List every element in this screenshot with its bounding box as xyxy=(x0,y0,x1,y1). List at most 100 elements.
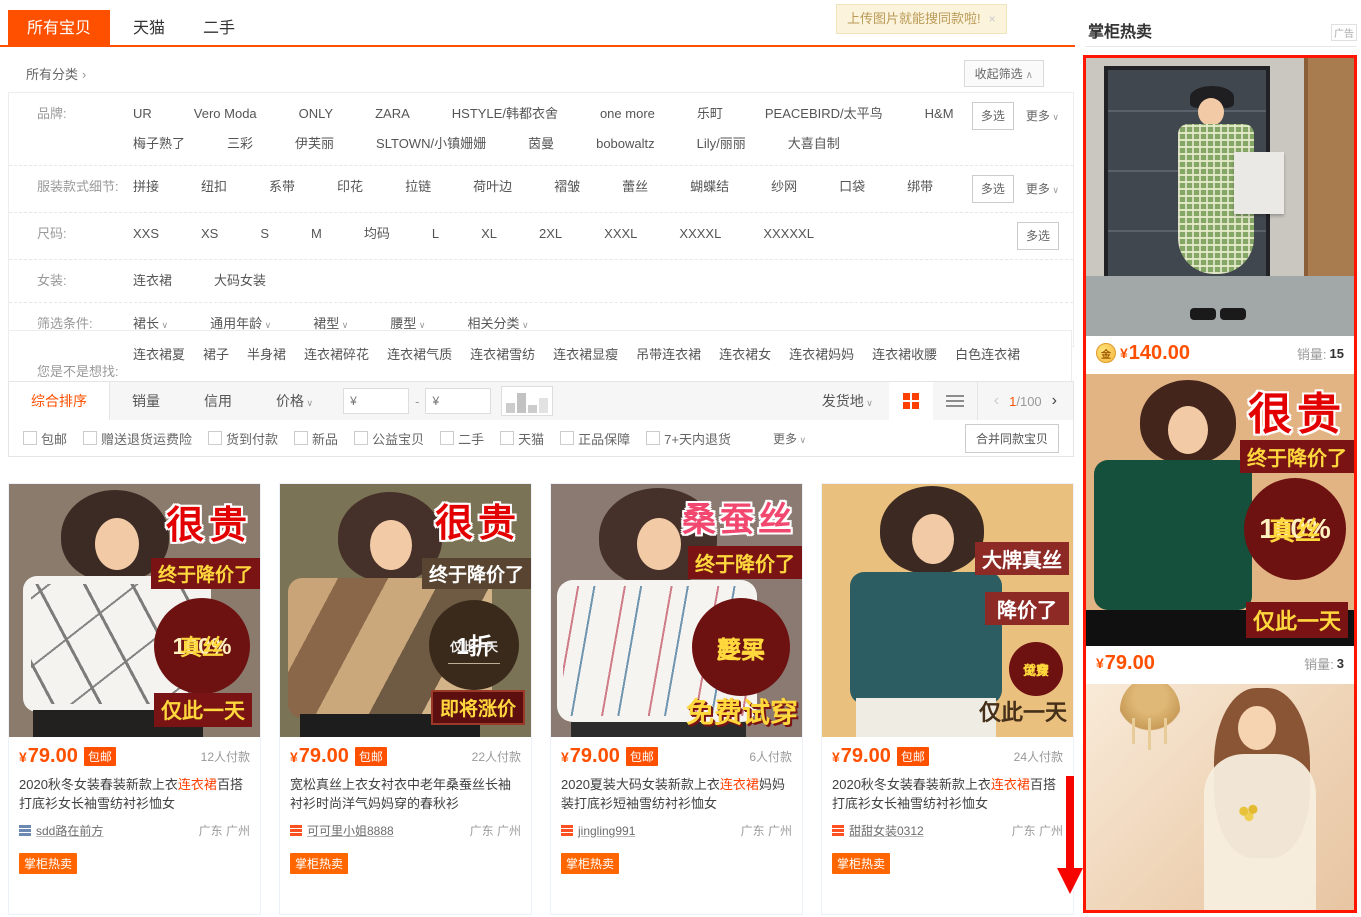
sort-credit[interactable]: 信用 xyxy=(182,391,254,411)
suggestion-link[interactable]: 连衣裙收腰 xyxy=(872,343,937,367)
size-option[interactable]: 均码 xyxy=(364,222,390,246)
filter-checkbox[interactable]: 包邮 xyxy=(23,429,67,448)
sidebar-product-card[interactable]: 很贵 终于降价了 100%真丝 仅此一天 ¥79.00 销量: 3 xyxy=(1086,374,1354,684)
multi-select-button[interactable]: 多选 xyxy=(1017,222,1059,250)
suggestion-link[interactable]: 吊带连衣裙 xyxy=(636,343,701,367)
product-image[interactable] xyxy=(1086,58,1354,336)
filter-checkbox[interactable]: 赠送退货运费险 xyxy=(83,429,192,448)
style-detail-option[interactable]: 印花 xyxy=(337,175,363,199)
product-image[interactable]: 很贵 终于降价了 100%真丝 仅此一天 xyxy=(9,484,260,737)
filter-checkbox[interactable]: 货到付款 xyxy=(208,429,278,448)
close-icon[interactable]: × xyxy=(989,12,996,26)
brand-option[interactable]: ZARA xyxy=(375,102,410,126)
size-option[interactable]: 2XL xyxy=(539,222,562,246)
suggestion-link[interactable]: 半身裙 xyxy=(247,343,286,367)
brand-option[interactable]: PEACEBIRD/太平鸟 xyxy=(765,102,883,126)
suggestion-link[interactable]: 连衣裙女 xyxy=(719,343,771,367)
seller-name[interactable]: 可可里小姐8888 xyxy=(307,822,394,839)
suggestion-link[interactable]: 连衣裙碎花 xyxy=(304,343,369,367)
product-title[interactable]: 2020夏装大码女装新款上衣连衣裙妈妈装打底衫短袖雪纺衬衫恤女 xyxy=(561,775,792,813)
price-max-input[interactable] xyxy=(425,388,491,414)
filter-checkbox[interactable]: 二手 xyxy=(440,429,484,448)
style-detail-option[interactable]: 荷叶边 xyxy=(473,175,512,199)
sort-comprehensive[interactable]: 综合排序 xyxy=(9,382,110,420)
filter-checkbox[interactable]: 7+天内退货 xyxy=(646,429,731,448)
sidebar-product-card[interactable]: 金 ¥140.00 销量: 15 xyxy=(1086,58,1354,374)
size-option[interactable]: XS xyxy=(201,222,218,246)
more-button[interactable]: 更多 xyxy=(1026,177,1059,202)
multi-select-button[interactable]: 多选 xyxy=(972,102,1014,130)
brand-option[interactable]: ONLY xyxy=(299,102,333,126)
seller-name[interactable]: jingling991 xyxy=(578,824,635,838)
size-option[interactable]: S xyxy=(260,222,269,246)
product-title[interactable]: 宽松真丝上衣女衬衣中老年桑蚕丝长袖衬衫时尚洋气妈妈穿的春秋衫 xyxy=(290,775,521,813)
product-image[interactable] xyxy=(1086,684,1354,913)
suggestion-link[interactable]: 连衣裙妈妈 xyxy=(789,343,854,367)
size-option[interactable]: XXS xyxy=(133,222,159,246)
filter-checkbox[interactable]: 公益宝贝 xyxy=(354,429,424,448)
style-detail-option[interactable]: 纱网 xyxy=(771,175,797,199)
suggestion-link[interactable]: 白色连衣裙 xyxy=(955,343,1020,367)
price-histogram-icon[interactable] xyxy=(501,386,553,416)
style-detail-option[interactable]: 绑带 xyxy=(907,175,933,199)
filter-checkbox[interactable]: 正品保障 xyxy=(560,429,630,448)
tab-secondhand[interactable]: 二手 xyxy=(192,10,246,47)
seller-name[interactable]: sdd路在前方 xyxy=(36,822,103,839)
brand-option[interactable]: bobowaltz xyxy=(596,132,655,156)
price-min-input[interactable] xyxy=(343,388,409,414)
brand-option[interactable]: 大喜自制 xyxy=(788,132,840,156)
brand-option[interactable]: H&M xyxy=(925,102,954,126)
suggestion-link[interactable]: 连衣裙气质 xyxy=(387,343,452,367)
brand-option[interactable]: Vero Moda xyxy=(194,102,257,126)
suggestion-link[interactable]: 连衣裙夏 xyxy=(133,343,185,367)
brand-option[interactable]: one more xyxy=(600,102,655,126)
product-image[interactable]: 大牌真丝 降价了 免费试穿 仅此一天 xyxy=(822,484,1073,737)
filter-checkbox[interactable]: 天猫 xyxy=(500,429,544,448)
more-filters-button[interactable]: 更多 xyxy=(773,430,806,447)
grid-view-button[interactable] xyxy=(889,382,933,420)
product-image[interactable]: 很贵 终于降价了 100%真丝 仅此一天 xyxy=(1086,374,1354,646)
style-detail-option[interactable]: 褶皱 xyxy=(554,175,580,199)
brand-option[interactable]: 伊芙丽 xyxy=(295,132,334,156)
multi-select-button[interactable]: 多选 xyxy=(972,175,1014,203)
size-option[interactable]: XXXXL xyxy=(679,222,721,246)
style-detail-option[interactable]: 系带 xyxy=(269,175,295,199)
style-detail-option[interactable]: 口袋 xyxy=(839,175,865,199)
tab-tmall[interactable]: 天猫 xyxy=(122,10,176,47)
brand-option[interactable]: SLTOWN/小镇姗姗 xyxy=(376,132,486,156)
style-detail-option[interactable]: 拼接 xyxy=(133,175,159,199)
list-view-button[interactable] xyxy=(933,382,978,420)
sort-sales[interactable]: 销量 xyxy=(110,391,182,411)
collapse-filter-button[interactable]: 收起筛选∧ xyxy=(964,60,1044,87)
size-option[interactable]: L xyxy=(432,222,439,246)
merge-same-items-button[interactable]: 合并同款宝贝 xyxy=(965,424,1059,453)
size-option[interactable]: XXXL xyxy=(604,222,637,246)
brand-option[interactable]: 梅子熟了 xyxy=(133,132,185,156)
size-option[interactable]: XL xyxy=(481,222,497,246)
suggestion-link[interactable]: 裙子 xyxy=(203,343,229,367)
women-option[interactable]: 大码女装 xyxy=(214,269,266,293)
brand-option[interactable]: UR xyxy=(133,102,152,126)
product-image[interactable]: 很贵 终于降价了 1折仅此一天 即将涨价 xyxy=(280,484,531,737)
style-detail-option[interactable]: 拉链 xyxy=(405,175,431,199)
style-detail-option[interactable]: 蝴蝶结 xyxy=(690,175,729,199)
next-page-icon[interactable]: › xyxy=(1052,392,1057,410)
brand-option[interactable]: Lily/丽丽 xyxy=(697,132,746,156)
suggestion-link[interactable]: 连衣裙显瘦 xyxy=(553,343,618,367)
size-option[interactable]: M xyxy=(311,222,322,246)
sort-price-dropdown[interactable]: 价格 xyxy=(254,391,335,411)
brand-option[interactable]: HSTYLE/韩都衣舍 xyxy=(452,102,558,126)
style-detail-option[interactable]: 纽扣 xyxy=(201,175,227,199)
product-title[interactable]: 2020秋冬女装春装新款上衣连衣裙百搭打底衫女长袖雪纺衬衫恤女 xyxy=(832,775,1063,813)
women-option[interactable]: 连衣裙 xyxy=(133,269,172,293)
product-title[interactable]: 2020秋冬女装春装新款上衣连衣裙百搭打底衫女长袖雪纺衬衫恤女 xyxy=(19,775,250,813)
sidebar-product-card[interactable] xyxy=(1086,684,1354,913)
more-button[interactable]: 更多 xyxy=(1026,104,1059,129)
brand-option[interactable]: 茵曼 xyxy=(528,132,554,156)
brand-option[interactable]: 乐町 xyxy=(697,102,723,126)
seller-name[interactable]: 甜甜女装0312 xyxy=(849,822,924,839)
brand-option[interactable]: 三彩 xyxy=(227,132,253,156)
style-detail-option[interactable]: 蕾丝 xyxy=(622,175,648,199)
tab-all-items[interactable]: 所有宝贝 xyxy=(8,10,110,47)
suggestion-link[interactable]: 连衣裙雪纺 xyxy=(470,343,535,367)
